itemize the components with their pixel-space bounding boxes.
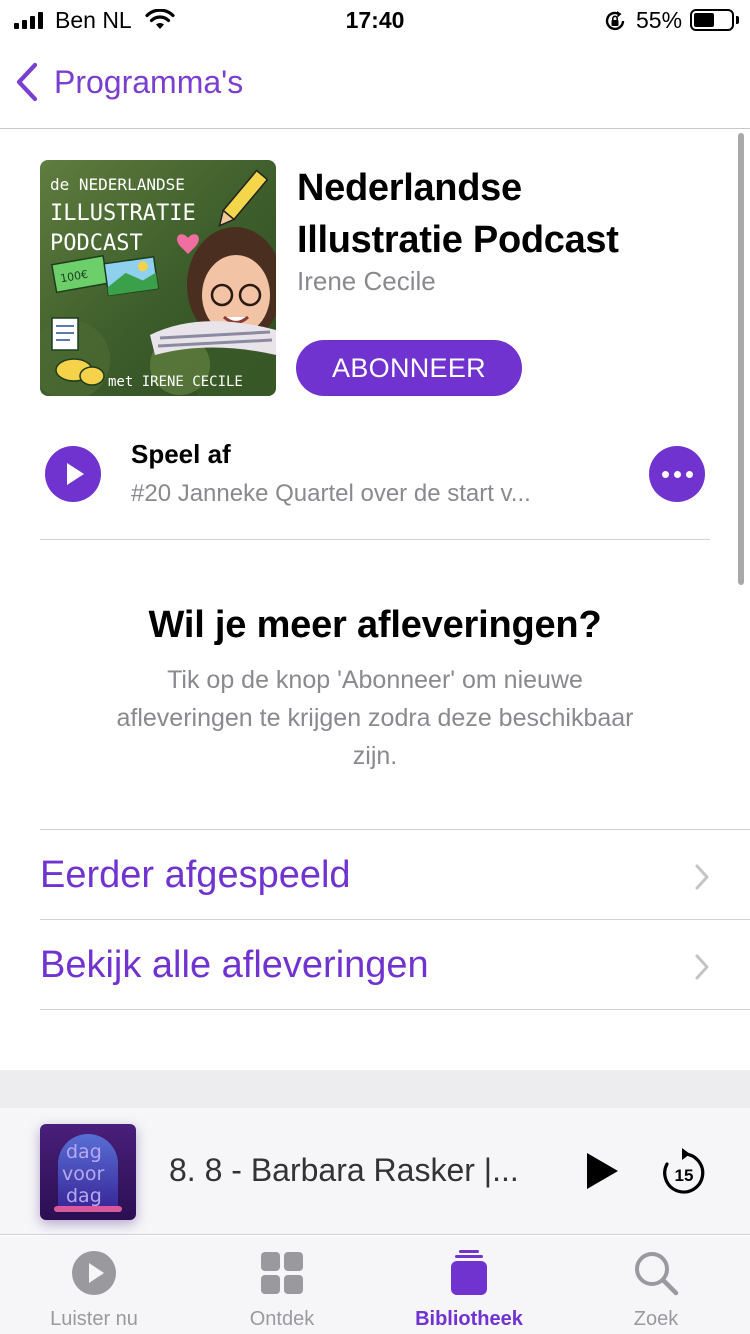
ellipsis-icon-dot [685, 470, 693, 478]
podcast-artwork: de NEDERLANDSE ILLUSTRATIE PODCAST 100€ [40, 160, 276, 396]
mini-player-artwork-image: dag voor dag [40, 1124, 136, 1220]
play-row-title[interactable]: Speel af [131, 439, 231, 470]
info-title: Wil je meer afleveringen? [148, 604, 602, 646]
artwork-text-line3: PODCAST [50, 231, 143, 256]
play-circle-icon [72, 1251, 116, 1295]
tab-bar: Luister nu Ontdek Bibliotheek Zoek [0, 1236, 750, 1334]
artwork-footer-text: met IRENE CECILE [108, 374, 243, 390]
landscape-card-icon [103, 255, 159, 297]
podcast-title-line2: Illustratie Podcast [297, 219, 619, 261]
status-bar: Ben NL 17:40 55% [0, 0, 750, 42]
grid-icon [261, 1252, 303, 1294]
list-item-previously-played[interactable]: Eerder afgespeeld [40, 830, 750, 918]
battery-level-fill [694, 13, 714, 27]
subscribe-button[interactable]: ABONNEER [296, 340, 522, 396]
podcast-title: Nederlandse Illustratie Podcast [297, 162, 717, 266]
play-row-episode[interactable]: #20 Janneke Quartel over de start v... [131, 480, 621, 508]
info-text: Tik op de knop 'Abonneer' om nieuwe afle… [116, 666, 634, 770]
skip-forward-15-button[interactable]: 15 [660, 1146, 708, 1196]
mini-player-artwork[interactable]: dag voor dag [40, 1124, 136, 1220]
list-divider [40, 1009, 750, 1010]
svg-text:voor: voor [62, 1163, 104, 1185]
chevron-left-icon [16, 62, 38, 102]
search-icon [635, 1252, 679, 1296]
chevron-right-icon [695, 864, 709, 890]
skip-seconds-label: 15 [675, 1166, 694, 1185]
more-options-button[interactable] [649, 446, 705, 502]
mini-player[interactable]: dag voor dag 8. 8 - Barbara Rasker |... … [0, 1108, 750, 1235]
ellipsis-icon-dot [673, 470, 681, 478]
battery-cap [736, 16, 739, 24]
list-item-all-episodes[interactable]: Bekijk alle afleveringen [40, 920, 750, 1008]
tab-listen-now[interactable]: Luister nu [0, 1236, 188, 1334]
tab-label: Zoek [633, 1308, 679, 1330]
section-separator [0, 1070, 750, 1108]
scroll-indicator[interactable] [738, 133, 744, 585]
navigation-bar: Programma's [0, 42, 750, 129]
ellipsis-icon-dot [661, 470, 669, 478]
list-item-label: Bekijk alle afleveringen [40, 944, 429, 986]
tab-library[interactable]: Bibliotheek [375, 1236, 563, 1334]
play-icon [67, 463, 84, 485]
back-button[interactable]: Programma's [14, 62, 243, 102]
document-icon [51, 317, 79, 351]
list-item-label: Eerder afgespeeld [40, 854, 351, 896]
svg-text:dag: dag [66, 1141, 102, 1163]
orientation-lock-icon [603, 9, 627, 38]
podcast-artwork-image: de NEDERLANDSE ILLUSTRATIE PODCAST 100€ [40, 160, 276, 396]
podcast-title-line1: Nederlandse [297, 167, 522, 209]
chevron-right-icon [695, 954, 709, 980]
tab-search[interactable]: Zoek [562, 1236, 750, 1334]
artwork-text-line2: ILLUSTRATIE [50, 201, 196, 226]
back-button-label: Programma's [54, 63, 244, 100]
play-icon[interactable] [580, 1150, 622, 1192]
tab-label: Ontdek [249, 1308, 315, 1330]
library-stack-icon [451, 1250, 487, 1295]
mini-player-title[interactable]: 8. 8 - Barbara Rasker |... [169, 1152, 549, 1189]
divider [40, 539, 710, 540]
tab-label: Bibliotheek [415, 1308, 523, 1330]
podcast-author[interactable]: Irene Cecile [297, 266, 436, 297]
tab-discover[interactable]: Ontdek [188, 1236, 376, 1334]
battery-icon [690, 9, 734, 31]
play-button[interactable] [45, 446, 101, 502]
battery-percent: 55% [636, 7, 683, 33]
svg-text:dag: dag [66, 1185, 102, 1207]
tab-label: Luister nu [50, 1308, 138, 1330]
artwork-text-line1: de NEDERLANDSE [50, 175, 185, 194]
